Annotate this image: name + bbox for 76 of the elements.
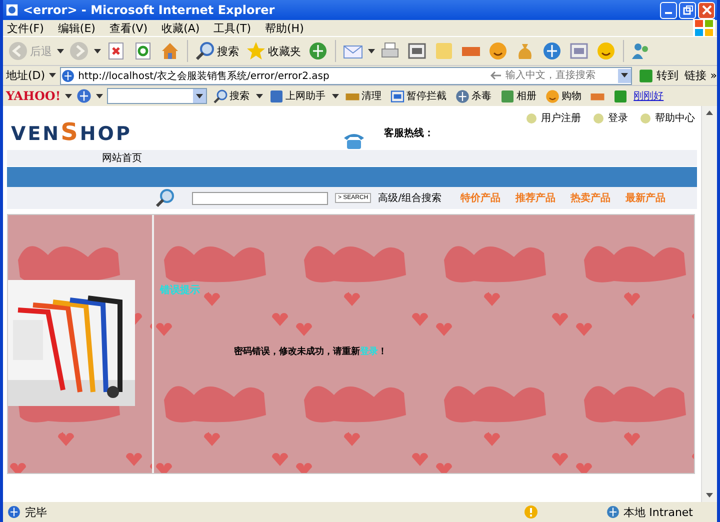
note-icon <box>434 41 454 61</box>
window-icon <box>390 88 405 104</box>
zone-text: 本地 Intranet <box>624 504 693 520</box>
caret-icon[interactable] <box>94 48 101 54</box>
caret-icon <box>621 73 628 78</box>
toolbar-button[interactable]: 收藏夹 <box>244 41 303 61</box>
menu-item[interactable]: 文件(F) <box>7 20 44 36</box>
hotline-label: 客服热线： <box>384 126 434 140</box>
smiley-icon <box>596 41 616 61</box>
people-icon <box>631 41 651 61</box>
caret-icon[interactable] <box>96 94 103 98</box>
minimize-icon <box>665 12 672 14</box>
toolbar-button[interactable]: 暂停拦截 <box>388 88 449 104</box>
left-arrow-icon <box>490 71 502 80</box>
back-icon <box>8 41 28 61</box>
top-link[interactable]: 登录 <box>593 112 628 124</box>
menu-item[interactable]: 编辑(E) <box>58 20 96 36</box>
caret-icon[interactable] <box>368 48 375 54</box>
search-field[interactable] <box>106 88 207 104</box>
stop-icon <box>106 41 126 61</box>
close-icon <box>702 5 712 15</box>
toolbar-button[interactable]: 杀毒 <box>452 88 494 104</box>
nav-link[interactable]: 网站首页 <box>102 151 142 165</box>
address-label: 地址(D) <box>6 68 46 83</box>
toolbar-button[interactable]: 购物 <box>542 88 584 104</box>
dropdown-button[interactable] <box>618 68 632 82</box>
caret-icon <box>196 94 203 98</box>
toolbar-button[interactable]: 相册 <box>498 88 539 104</box>
advanced-search-link[interactable]: 高级/组合搜索 <box>378 191 442 205</box>
toolbar-button[interactable]: 搜索 <box>193 41 241 61</box>
search-icon <box>195 41 215 61</box>
dot-icon <box>526 112 537 124</box>
link[interactable]: 刚刚好 <box>634 89 664 103</box>
status-text: 完毕 <box>25 504 47 520</box>
caret-icon[interactable] <box>256 94 263 98</box>
menu-item[interactable]: 收藏(A) <box>162 20 200 36</box>
smiley-icon <box>488 41 508 61</box>
toolbar-button[interactable]: 搜索 <box>210 88 252 104</box>
refresh-icon <box>133 41 153 61</box>
magnifier-icon <box>155 188 175 208</box>
close-button[interactable] <box>698 2 715 18</box>
restore-button[interactable] <box>679 2 696 18</box>
caret-icon[interactable] <box>49 73 56 78</box>
toolbar-button[interactable]: 上网助手 <box>266 88 328 104</box>
minimize-button[interactable] <box>660 2 677 18</box>
scrollbar[interactable] <box>701 106 717 502</box>
dot-icon <box>640 112 651 124</box>
forward-icon <box>69 41 89 61</box>
star-icon <box>246 41 266 61</box>
go-button[interactable]: 转到 <box>636 68 680 84</box>
menu-item[interactable]: 工具(T) <box>214 20 251 36</box>
caret-icon[interactable] <box>64 94 72 98</box>
search-icon <box>212 88 228 104</box>
toolbar-button[interactable]: 清理 <box>342 88 384 104</box>
error-message: 密码错误，修改未成功，请重新登录！ <box>234 345 387 358</box>
browser-icon <box>5 3 19 17</box>
up-arrow-icon[interactable] <box>706 110 713 115</box>
top-link[interactable]: 用户注册 <box>526 112 581 124</box>
error-title: 错误提示 <box>160 284 200 297</box>
search-field[interactable] <box>192 192 328 204</box>
yahoo-logo[interactable]: YAHOO! <box>6 89 61 103</box>
menu-item[interactable]: 查看(V) <box>109 20 148 36</box>
logo[interactable]: VEN S HOP <box>11 118 132 150</box>
caret-icon[interactable] <box>57 48 64 54</box>
window-icon <box>407 41 427 61</box>
links-label[interactable]: 链接 <box>684 68 706 83</box>
window-title: <error> - Microsoft Internet Explorer <box>23 3 276 17</box>
menu-item[interactable]: 帮助(H) <box>265 20 304 36</box>
more-button[interactable]: » <box>710 69 717 82</box>
house-icon <box>160 41 180 61</box>
warning-icon <box>524 505 538 519</box>
caret-icon[interactable] <box>332 94 339 98</box>
top-link[interactable]: 帮助中心 <box>640 112 695 124</box>
down-arrow-icon[interactable] <box>706 493 713 498</box>
dot-icon <box>593 112 604 124</box>
restore-icon <box>682 5 692 15</box>
